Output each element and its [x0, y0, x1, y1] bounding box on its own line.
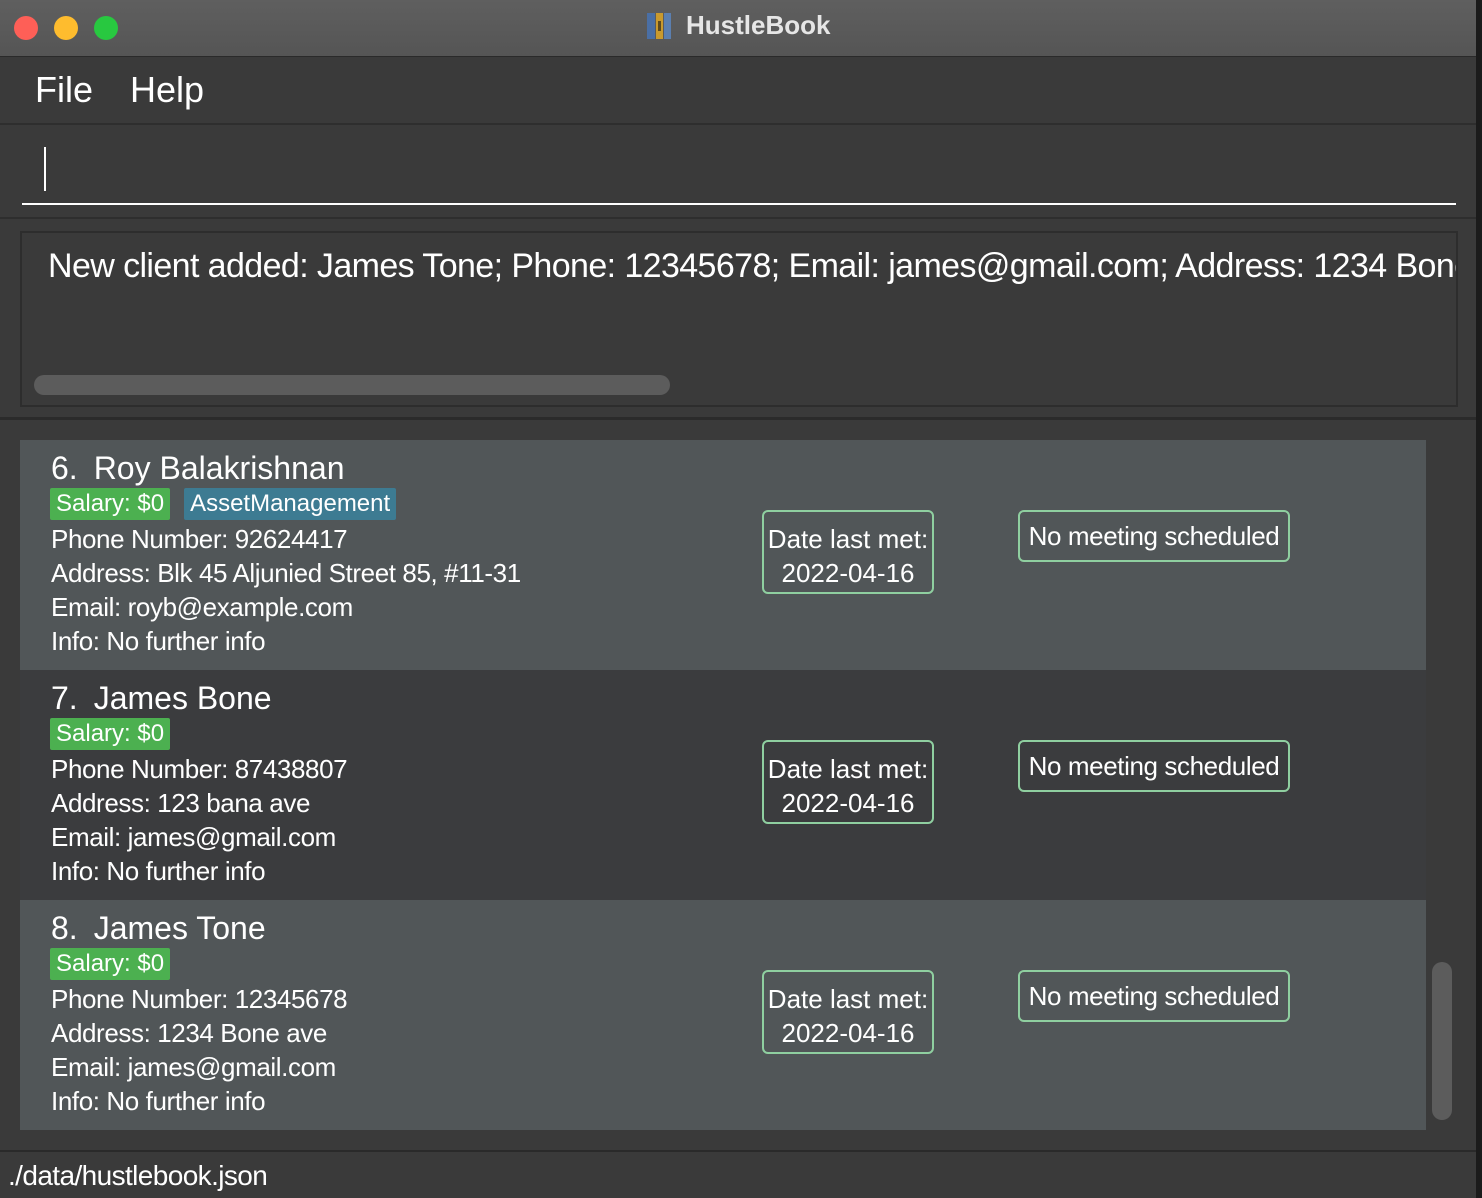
- client-info: Info: No further info: [51, 1086, 266, 1116]
- save-file-path: ./data/hustlebook.json: [8, 1160, 268, 1191]
- client-name: James Bone: [93, 680, 272, 716]
- app-window: HustleBook File Help New client added: J…: [0, 0, 1477, 1198]
- client-email: Email: royb@example.com: [51, 592, 353, 622]
- client-phone: Phone Number: 87438807: [51, 754, 348, 784]
- title-bar: HustleBook: [0, 0, 1476, 57]
- salary-tag: Salary: $0: [50, 718, 171, 750]
- status-bar: ./data/hustlebook.json: [0, 1150, 1476, 1198]
- client-tags: Salary: $0: [50, 948, 184, 982]
- result-display[interactable]: New client added: James Tone; Phone: 123…: [20, 231, 1458, 407]
- client-list-vertical-scrollbar[interactable]: [1432, 962, 1452, 1120]
- menu-bar: File Help: [0, 57, 1476, 125]
- client-info: Info: No further info: [51, 856, 266, 886]
- client-name: Roy Balakrishnan: [93, 450, 345, 486]
- window-title-group: HustleBook: [0, 10, 1476, 41]
- result-message: New client added: James Tone; Phone: 123…: [48, 247, 1456, 285]
- menu-file[interactable]: File: [35, 69, 93, 111]
- client-address: Address: Blk 45 Aljunied Street 85, #11-…: [51, 558, 521, 588]
- date-last-met-value: 2022-04-16: [781, 558, 915, 588]
- client-index: 7.: [51, 680, 78, 716]
- window-title: HustleBook: [685, 10, 831, 40]
- client-index: 8.: [51, 910, 78, 946]
- client-address: Address: 123 bana ave: [51, 788, 311, 818]
- client-phone: Phone Number: 12345678: [51, 984, 348, 1014]
- result-horizontal-scrollbar[interactable]: [34, 375, 670, 395]
- meeting-status-box: No meeting scheduled: [1018, 970, 1290, 1022]
- salary-tag: Salary: $0: [50, 948, 171, 980]
- menu-help[interactable]: Help: [130, 69, 204, 111]
- client-email: Email: james@gmail.com: [51, 1052, 336, 1082]
- client-phone: Phone Number: 92624417: [51, 524, 348, 554]
- date-last-met-value: 2022-04-16: [781, 788, 915, 818]
- text-caret: [44, 147, 46, 191]
- client-title: 7. James Bone: [51, 680, 272, 717]
- salary-tag: Salary: $0: [50, 488, 171, 520]
- date-last-met-box: Date last met: 2022-04-16: [762, 510, 934, 594]
- date-last-met-label: Date last met:: [767, 984, 929, 1014]
- meeting-status-box: No meeting scheduled: [1018, 740, 1290, 792]
- book-icon: [646, 11, 672, 41]
- client-index: 6.: [51, 450, 78, 486]
- client-tags: Salary: $0: [50, 718, 184, 752]
- client-title: 6. Roy Balakrishnan: [51, 450, 344, 487]
- client-card[interactable]: 6. Roy Balakrishnan Salary: $0 AssetManage…: [20, 440, 1426, 670]
- client-address: Address: 1234 Bone ave: [51, 1018, 327, 1048]
- date-last-met-label: Date last met:: [767, 524, 929, 554]
- meeting-status-box: No meeting scheduled: [1018, 510, 1290, 562]
- client-list: 6. Roy Balakrishnan Salary: $0 AssetManage…: [0, 420, 1476, 1148]
- window-edge: [1476, 0, 1482, 1198]
- client-title: 8. James Tone: [51, 910, 266, 947]
- client-name: James Tone: [93, 910, 266, 946]
- command-box-area: [0, 125, 1476, 219]
- result-display-area: New client added: James Tone; Phone: 123…: [0, 219, 1476, 420]
- client-info: Info: No further info: [51, 626, 266, 656]
- category-tag: AssetManagement: [184, 488, 397, 520]
- date-last-met-box: Date last met: 2022-04-16: [762, 970, 934, 1054]
- command-input[interactable]: [22, 141, 1456, 205]
- client-email: Email: james@gmail.com: [51, 822, 336, 852]
- date-last-met-box: Date last met: 2022-04-16: [762, 740, 934, 824]
- date-last-met-label: Date last met:: [767, 754, 929, 784]
- client-card[interactable]: 7. James Bone Salary: $0 Phone Number: 87…: [20, 670, 1426, 900]
- date-last-met-value: 2022-04-16: [781, 1018, 915, 1048]
- client-card[interactable]: 8. James Tone Salary: $0 Phone Number: 12…: [20, 900, 1426, 1130]
- client-tags: Salary: $0 AssetManagement: [50, 488, 410, 522]
